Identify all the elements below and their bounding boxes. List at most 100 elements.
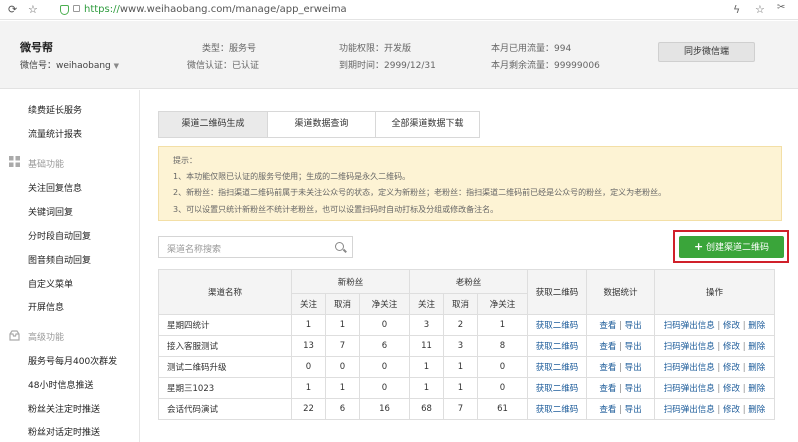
view-link[interactable]: 查看 xyxy=(599,384,616,394)
new-fans-cell: 1 xyxy=(291,377,326,399)
export-link[interactable]: 导出 xyxy=(625,405,642,415)
channel-name: 会话代码演试 xyxy=(158,398,292,420)
new-fans-cell: 0 xyxy=(291,356,326,378)
view-link[interactable]: 查看 xyxy=(599,321,616,331)
bookmark-star-icon[interactable]: ☆ xyxy=(28,3,38,16)
create-qrcode-button[interactable]: + 创建渠道二维码 xyxy=(679,236,784,258)
link-separator: | xyxy=(619,321,622,331)
link-separator: | xyxy=(742,363,746,373)
export-link[interactable]: 导出 xyxy=(625,363,642,373)
get-qrcode-link[interactable]: 获取二维码 xyxy=(536,405,579,415)
tab-qrcode-generate[interactable]: 渠道二维码生成 xyxy=(159,112,268,137)
table-row: 会话代码演试 22 6 16 68 7 61 获取二维码 查看 | 导出 扫码弹出信息 | 修改 … xyxy=(158,398,775,420)
search-icon[interactable] xyxy=(335,242,344,251)
delete-link[interactable]: 删除 xyxy=(748,342,765,352)
star-icon[interactable]: ☆ xyxy=(755,3,765,16)
view-link[interactable]: 查看 xyxy=(599,342,616,352)
edit-link[interactable]: 修改 xyxy=(723,405,740,415)
search-placeholder: 渠道名称搜索 xyxy=(167,245,222,255)
sidebar-item-follow-reply[interactable]: 关注回复信息 xyxy=(28,181,82,194)
edit-link[interactable]: 修改 xyxy=(723,363,740,373)
tab-download-all[interactable]: 全部渠道数据下载 xyxy=(376,112,479,137)
new-fans-cell: 0 xyxy=(359,356,410,378)
sidebar-item-chat-timed-push[interactable]: 粉丝对话定时推送 xyxy=(28,425,100,438)
browser-url-bar: ⟳ ☆ https://www.weihaobang.com/manage/ap… xyxy=(0,0,798,20)
popup-info-link[interactable]: 扫码弹出信息 xyxy=(664,342,715,352)
old-fans-cell: 1 xyxy=(409,356,444,378)
delete-link[interactable]: 删除 xyxy=(748,405,765,415)
url-path: www.weihaobang.com/manage/app_erweima xyxy=(119,4,347,15)
old-fans-cell: 1 xyxy=(477,314,528,336)
sidebar-item-custom-menu[interactable]: 自定义菜单 xyxy=(28,277,73,290)
create-qrcode-label: 创建渠道二维码 xyxy=(706,243,770,253)
link-separator: | xyxy=(619,363,622,373)
export-link[interactable]: 导出 xyxy=(625,384,642,394)
popup-info-link[interactable]: 扫码弹出信息 xyxy=(664,384,715,394)
link-separator: | xyxy=(742,384,746,394)
old-fans-cell: 8 xyxy=(477,335,528,357)
view-link[interactable]: 查看 xyxy=(599,363,616,373)
edit-link[interactable]: 修改 xyxy=(723,384,740,394)
tips-line-2: 2、新粉丝：指扫渠道二维码前属于未关注公众号的状态，定义为新粉丝；老粉丝：指扫渠… xyxy=(173,188,667,197)
sync-button[interactable]: 同步微信端 xyxy=(658,42,755,62)
edit-link[interactable]: 修改 xyxy=(723,342,740,352)
channel-name: 星期四统计 xyxy=(158,314,292,336)
get-qrcode-link[interactable]: 获取二维码 xyxy=(536,384,579,394)
tab-channel-query[interactable]: 渠道数据查询 xyxy=(268,112,376,137)
scissors-icon[interactable]: ✂ xyxy=(777,2,785,13)
new-fans-cell: 6 xyxy=(359,335,410,357)
view-link[interactable]: 查看 xyxy=(599,405,616,415)
new-fans-cell: 1 xyxy=(325,314,360,336)
sidebar-item-timed-reply[interactable]: 分时段自动回复 xyxy=(28,229,91,242)
get-qrcode-cell: 获取二维码 xyxy=(527,377,587,399)
sidebar-item-keyword-reply[interactable]: 关键词回复 xyxy=(28,205,73,218)
account-type: 类型：服务号 xyxy=(202,44,257,54)
edit-link[interactable]: 修改 xyxy=(723,321,740,331)
traffic-left: 本月剩余流量：99999006 xyxy=(491,61,600,71)
popup-info-link[interactable]: 扫码弹出信息 xyxy=(664,321,715,331)
col-header-name: 渠道名称 xyxy=(158,269,292,315)
old-fans-cell: 61 xyxy=(477,398,528,420)
sidebar-item-media-reply[interactable]: 图音频自动回复 xyxy=(28,253,91,266)
link-separator: | xyxy=(742,342,746,352)
old-fans-cell: 3 xyxy=(443,335,478,357)
shield-icon[interactable] xyxy=(60,5,69,15)
sidebar-item-renew[interactable]: 续费延长服务 xyxy=(28,103,82,116)
chevron-down-icon: ▼ xyxy=(113,62,120,70)
channel-name: 星期三1023 xyxy=(158,377,292,399)
get-qrcode-link[interactable]: 获取二维码 xyxy=(536,321,579,331)
export-link[interactable]: 导出 xyxy=(625,342,642,352)
popup-info-link[interactable]: 扫码弹出信息 xyxy=(664,363,715,373)
stats-cell: 查看 | 导出 xyxy=(586,356,655,378)
ops-cell: 扫码弹出信息 | 修改 | 删除 xyxy=(654,356,775,378)
delete-link[interactable]: 删除 xyxy=(748,363,765,373)
col-header-old-fans: 老粉丝 xyxy=(409,269,528,294)
channel-table: 渠道名称 新粉丝 老粉丝 获取二维码 数据统计 操作 关注 取消 净关注 关注 … xyxy=(158,269,775,420)
new-fans-cell: 0 xyxy=(359,377,410,399)
sidebar-item-traffic-report[interactable]: 流量统计报表 xyxy=(28,127,82,140)
sidebar-item-follow-timed-push[interactable]: 粉丝关注定时推送 xyxy=(28,402,100,415)
delete-link[interactable]: 删除 xyxy=(748,321,765,331)
channel-name: 接入客服测试 xyxy=(158,335,292,357)
tips-line-1: 1、本功能仅限已认证的服务号使用；生成的二维码是永久二维码。 xyxy=(173,172,411,181)
popup-info-link[interactable]: 扫码弹出信息 xyxy=(664,405,715,415)
wechat-id-label: 微信号：weihaobang xyxy=(20,61,111,71)
get-qrcode-link[interactable]: 获取二维码 xyxy=(536,342,579,352)
lightning-icon[interactable]: ϟ xyxy=(733,3,740,16)
address-field[interactable]: https://www.weihaobang.com/manage/app_er… xyxy=(84,4,347,15)
refresh-icon[interactable]: ⟳ xyxy=(8,3,17,16)
table-row: 星期四统计 1 1 0 3 2 1 获取二维码 查看 | 导出 扫码弹出信息 | 修改 | 删除 xyxy=(158,314,775,336)
sidebar-item-48h-push[interactable]: 48小时信息推送 xyxy=(28,378,93,391)
link-separator: | xyxy=(742,321,746,331)
export-link[interactable]: 导出 xyxy=(625,321,642,331)
get-qrcode-link[interactable]: 获取二维码 xyxy=(536,363,579,373)
link-separator: | xyxy=(717,405,721,415)
channel-search-input[interactable]: 渠道名称搜索 xyxy=(158,236,353,258)
table-row: 接入客服测试 13 7 6 11 3 8 获取二维码 查看 | 导出 扫码弹出信息 | 修改 | … xyxy=(158,335,775,357)
wechat-id-dropdown[interactable]: 微信号：weihaobang ▼ xyxy=(20,58,119,71)
sidebar-item-splash-message[interactable]: 开屏信息 xyxy=(28,300,64,313)
new-fans-cell: 1 xyxy=(291,314,326,336)
delete-link[interactable]: 删除 xyxy=(748,384,765,394)
sidebar-item-mass-send[interactable]: 服务号每月400次群发 xyxy=(28,354,117,367)
tips-line-3: 3、可以设置只统计新粉丝不统计老粉丝，也可以设置扫码时自动打标及分组或修改备注名… xyxy=(173,205,499,214)
